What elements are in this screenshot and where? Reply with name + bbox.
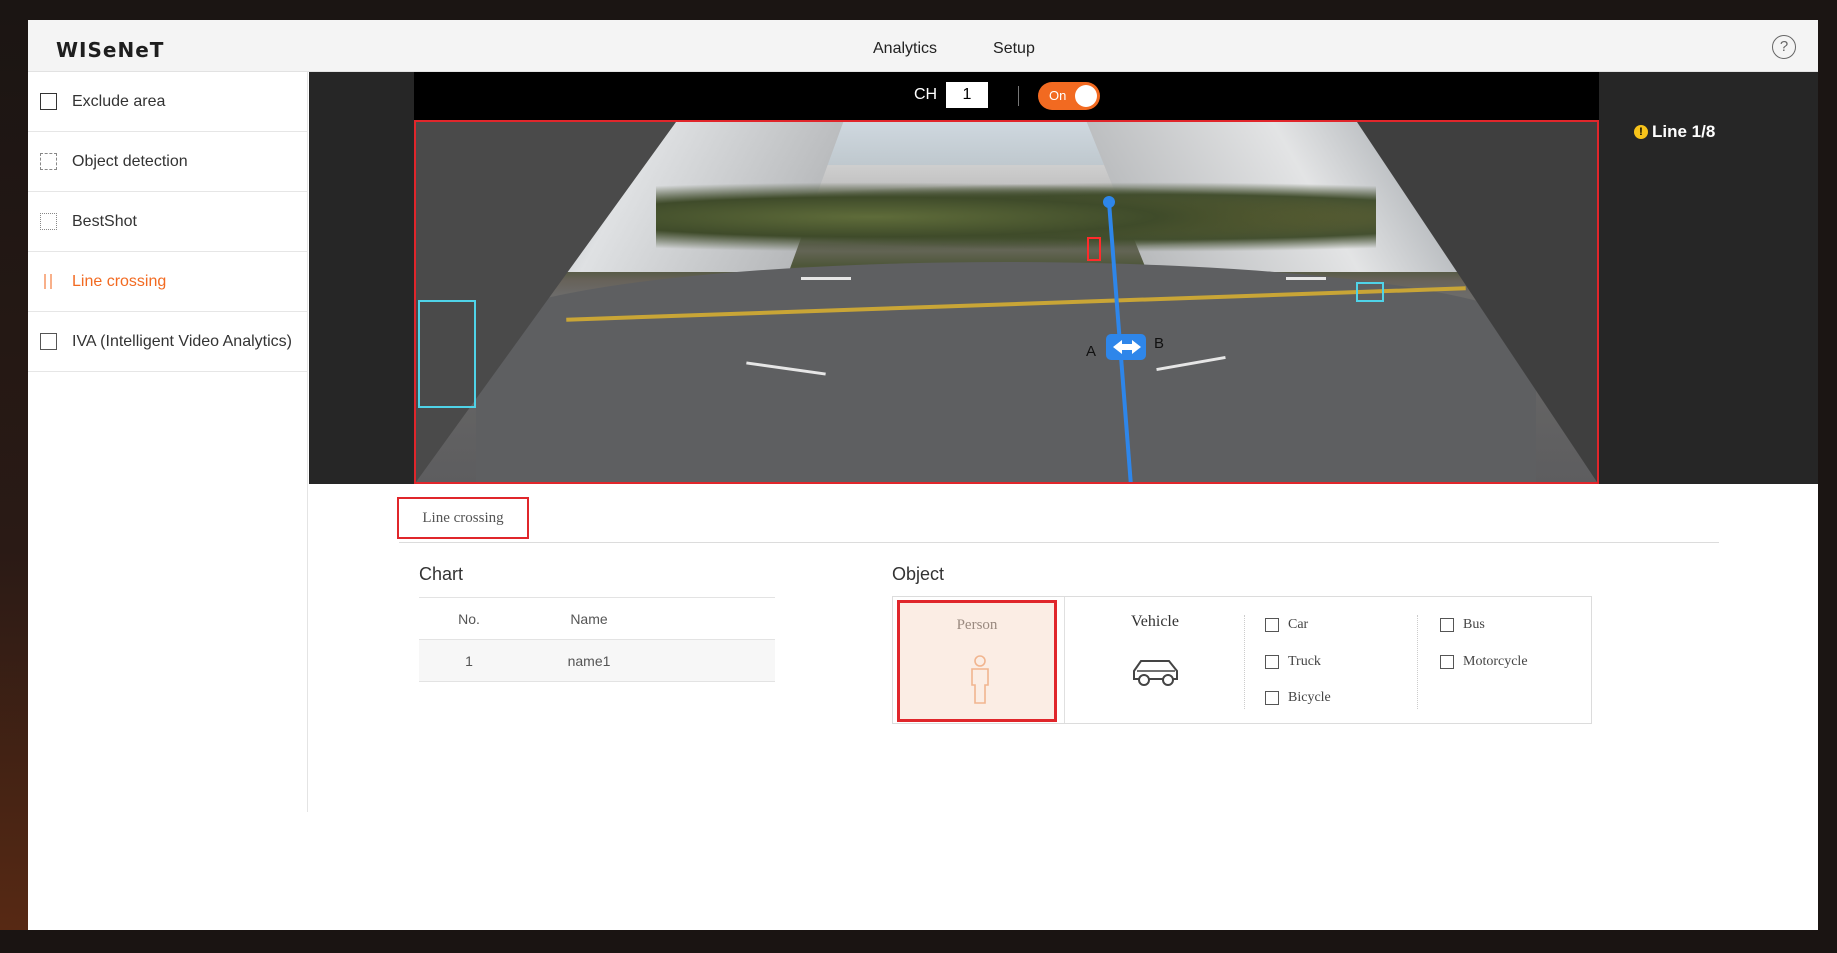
brand-logo: WISeNeT [56, 38, 165, 62]
sidebar-item-iva[interactable]: IVA (Intelligent Video Analytics) [28, 312, 307, 372]
cell-name: name1 [567, 652, 611, 669]
person-label: Person [956, 617, 998, 633]
person-icon [971, 655, 989, 704]
object-title: Object [892, 564, 945, 584]
video-toolbar: CH 1 On [414, 72, 1599, 120]
sidebar-item-exclude-area[interactable]: Exclude area [28, 72, 307, 132]
crossing-line-overlay[interactable]: A B [416, 122, 1599, 484]
sidebar-item-bestshot[interactable]: BestShot [28, 192, 307, 252]
toggle-knob [1075, 85, 1097, 107]
analytics-toggle[interactable]: On [1038, 82, 1100, 110]
vehicle-divider [1244, 615, 1245, 709]
sidebar-item-label: IVA (Intelligent Video Analytics) [72, 332, 292, 350]
channel-label: CH [914, 86, 938, 103]
vehicle-divider [1417, 615, 1418, 709]
bottom-bezel [0, 930, 1837, 953]
checkbox-truck[interactable]: Truck [1265, 654, 1321, 670]
settings-panel: Line crossing Chart No. Name 1 name1 Obj… [309, 484, 1818, 953]
checkbox-label: Truck [1288, 654, 1321, 669]
tab-line-crossing[interactable]: Line crossing [397, 497, 529, 539]
col-no: No. [458, 610, 480, 627]
nav-analytics[interactable]: Analytics [873, 40, 937, 58]
sidebar-item-label: Exclude area [72, 92, 166, 110]
cell-no: 1 [465, 652, 473, 669]
object-divider [1064, 597, 1065, 723]
chart-table: No. Name 1 name1 [419, 597, 775, 682]
checkbox-box[interactable] [1440, 618, 1454, 632]
checkbox-label: Bus [1463, 617, 1485, 632]
sidebar-item-line-crossing[interactable]: Line crossing [28, 252, 307, 312]
line-end-b: B [1154, 335, 1164, 352]
top-bar: WISeNeT Analytics Setup ? [28, 20, 1818, 72]
object-selector: Person Vehicle Car Bus Truck Motorcycle … [892, 596, 1592, 724]
col-name: Name [570, 610, 608, 627]
checkbox-car[interactable]: Car [1265, 617, 1308, 633]
info-icon: ! [1634, 125, 1648, 139]
video-panel: CH 1 On A B ! Line 1/8 [309, 72, 1818, 484]
line-indicator: ! Line 1/8 [1634, 122, 1715, 142]
checkbox-box[interactable] [1440, 655, 1454, 669]
iva-icon [40, 333, 57, 350]
vehicle-label: Vehicle [1131, 613, 1179, 630]
line-indicator-text: Line 1/8 [1652, 122, 1716, 141]
line-crossing-icon [40, 273, 57, 290]
camera-view[interactable]: A B [414, 120, 1599, 484]
checkbox-box[interactable] [1265, 655, 1279, 669]
checkbox-label: Bicycle [1288, 690, 1331, 705]
tab-divider [399, 542, 1719, 543]
sidebar-item-label: BestShot [72, 212, 137, 230]
nav-setup[interactable]: Setup [993, 40, 1035, 58]
line-end-a: A [1086, 343, 1096, 360]
checkbox-box[interactable] [1265, 618, 1279, 632]
checkbox-label: Car [1288, 617, 1309, 632]
chart-header-row: No. Name [419, 598, 775, 640]
app-screen: WISeNeT Analytics Setup ? Exclude area O… [28, 20, 1818, 953]
object-detection-icon [40, 153, 57, 170]
sidebar: Exclude area Object detection BestShot L… [28, 72, 308, 812]
exclude-area-icon [40, 93, 57, 110]
table-row[interactable]: 1 name1 [419, 640, 775, 682]
checkbox-box[interactable] [1265, 691, 1279, 705]
help-icon[interactable]: ? [1772, 35, 1796, 59]
checkbox-bus[interactable]: Bus [1440, 617, 1485, 633]
checkbox-bicycle[interactable]: Bicycle [1265, 690, 1331, 706]
sidebar-item-object-detection[interactable]: Object detection [28, 132, 307, 192]
bestshot-icon [40, 213, 57, 230]
chart-title: Chart [419, 564, 464, 584]
channel-input[interactable]: 1 [946, 82, 988, 108]
toggle-label: On [1049, 88, 1067, 103]
top-nav: Analytics Setup [873, 40, 1035, 58]
checkbox-motorcycle[interactable]: Motorcycle [1440, 654, 1528, 670]
sidebar-item-label: Object detection [72, 152, 188, 170]
person-option[interactable]: Person [897, 600, 1057, 722]
checkbox-label: Motorcycle [1463, 654, 1528, 669]
toolbar-divider [1018, 86, 1019, 106]
sidebar-item-label: Line crossing [72, 272, 167, 290]
car-icon[interactable] [1131, 655, 1181, 689]
